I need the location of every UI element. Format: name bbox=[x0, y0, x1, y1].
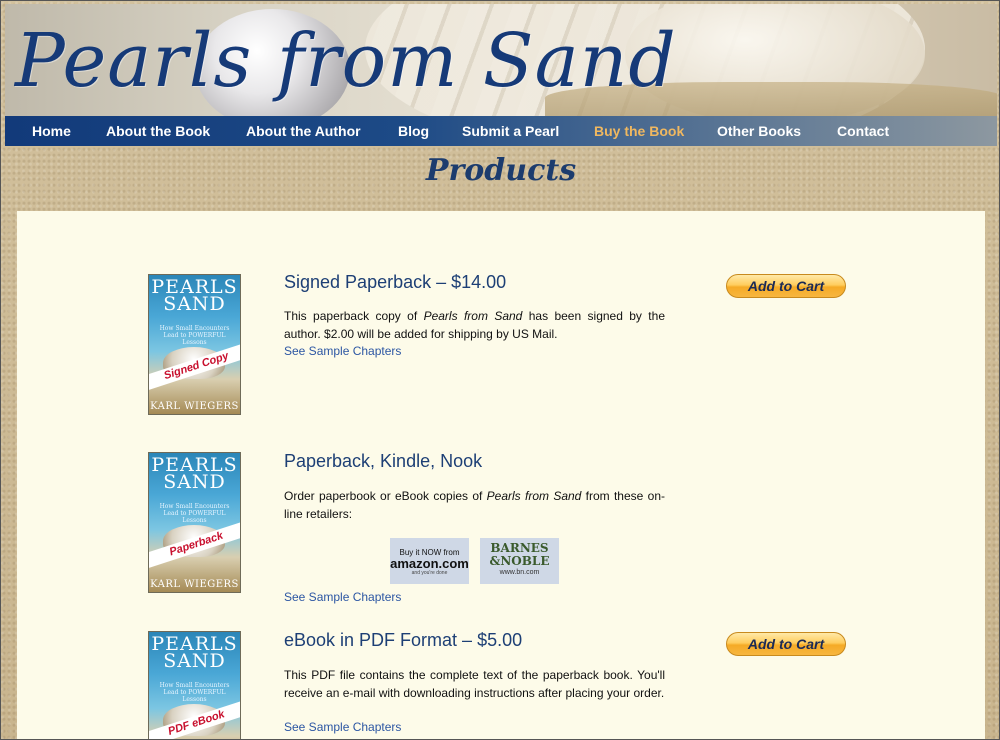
nav-item-about-the-author[interactable]: About the Author bbox=[246, 123, 361, 139]
bn-url: www.bn.com bbox=[499, 569, 540, 576]
nav-item-contact[interactable]: Contact bbox=[837, 123, 889, 139]
nav-item-other-books[interactable]: Other Books bbox=[717, 123, 801, 139]
page-heading: Products bbox=[425, 153, 577, 188]
desc-book-title: Pearls from Sand bbox=[423, 309, 523, 323]
desc-text: Order paperbook or eBook copies of bbox=[284, 489, 487, 503]
desc-book-title: Pearls from Sand bbox=[486, 489, 582, 503]
page-frame: Pearls from Sand Home About the Book Abo… bbox=[0, 0, 1000, 740]
nav-item-blog[interactable]: Blog bbox=[398, 123, 429, 139]
cover-title-line2: SAND bbox=[163, 471, 226, 493]
sample-chapters-link[interactable]: See Sample Chapters bbox=[284, 344, 401, 358]
product-title: Paperback, Kindle, Nook bbox=[284, 451, 483, 471]
book-cover-image[interactable]: PEARLS SAND How Small Encounters Lead to … bbox=[148, 274, 241, 415]
nav-item-home[interactable]: Home bbox=[32, 123, 71, 139]
bn-logo-line1: BARNES bbox=[490, 541, 549, 555]
products-panel: PEARLS SAND How Small Encounters Lead to … bbox=[17, 211, 985, 739]
amazon-logo: amazon.com bbox=[390, 556, 469, 571]
product-description: Order paperbook or eBook copies of Pearl… bbox=[284, 487, 665, 523]
nav-item-buy-the-book[interactable]: Buy the Book bbox=[594, 123, 684, 139]
product-description: This paperback copy of Pearls from Sand … bbox=[284, 307, 665, 343]
desc-text: This paperback copy of bbox=[284, 309, 424, 323]
sample-chapters-link[interactable]: See Sample Chapters bbox=[284, 590, 401, 604]
cover-title-line2: SAND bbox=[163, 293, 226, 315]
cover-author: KARL WIEGERS bbox=[150, 401, 239, 412]
cover-subtitle: How Small Encounters Lead to POWERFUL Le… bbox=[159, 503, 230, 524]
cover-subtitle: How Small Encounters Lead to POWERFUL Le… bbox=[159, 682, 230, 703]
amazon-tagline: Buy it NOW from bbox=[399, 548, 460, 557]
nav-item-submit-a-pearl[interactable]: Submit a Pearl bbox=[462, 123, 559, 139]
book-cover-image[interactable]: PEARLS SAND How Small Encounters Lead to … bbox=[148, 631, 241, 739]
site-title[interactable]: Pearls from Sand bbox=[15, 18, 677, 104]
cover-title-line2: SAND bbox=[163, 650, 226, 672]
nav-item-about-the-book[interactable]: About the Book bbox=[106, 123, 210, 139]
barnes-noble-retailer-button[interactable]: BARNES &NOBLE www.bn.com bbox=[480, 538, 559, 584]
main-nav: Home About the Book About the Author Blo… bbox=[5, 116, 997, 146]
cover-subtitle: How Small Encounters Lead to POWERFUL Le… bbox=[159, 325, 230, 346]
book-cover-image[interactable]: PEARLS SAND How Small Encounters Lead to … bbox=[148, 452, 241, 593]
product-description: This PDF file contains the complete text… bbox=[284, 668, 665, 700]
bn-logo-line2: &NOBLE bbox=[489, 554, 550, 568]
site-header: Pearls from Sand bbox=[5, 4, 997, 116]
product-title: eBook in PDF Format – $5.00 bbox=[284, 630, 523, 650]
amazon-retailer-button[interactable]: Buy it NOW from amazon.com and you're do… bbox=[390, 538, 469, 584]
add-to-cart-button[interactable]: Add to Cart bbox=[726, 274, 846, 298]
cover-author: KARL WIEGERS bbox=[150, 579, 239, 590]
add-to-cart-button[interactable]: Add to Cart bbox=[726, 632, 846, 656]
sample-chapters-link[interactable]: See Sample Chapters bbox=[284, 720, 401, 734]
product-title: Signed Paperback – $14.00 bbox=[284, 272, 507, 292]
